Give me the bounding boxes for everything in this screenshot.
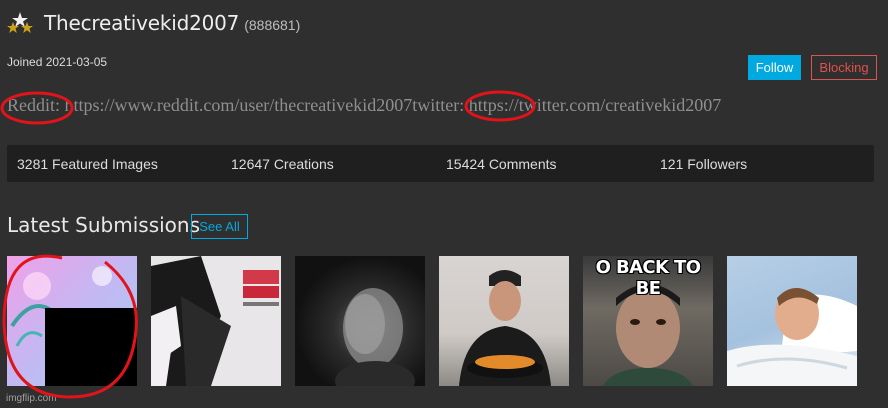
follow-button[interactable]: Follow	[748, 55, 801, 80]
stat-comments[interactable]: 15424 Comments	[446, 156, 557, 172]
username: Thecreativekid2007	[44, 11, 240, 35]
stat-featured-images[interactable]: 3281 Featured Images	[17, 156, 158, 172]
submission-thumb-6[interactable]	[727, 256, 857, 386]
reddit-link[interactable]: https://www.reddit.com/user/thecreativek…	[65, 95, 413, 115]
submission-thumb-5[interactable]: O BACK TO BE	[583, 256, 713, 386]
stats-bar: 3281 Featured Images 12647 Creations 154…	[7, 145, 874, 182]
joined-date: Joined 2021-03-05	[7, 55, 108, 69]
meme-caption: O BACK TO BE	[595, 257, 701, 299]
submission-thumb-1[interactable]	[7, 256, 137, 386]
user-points: (888681)	[244, 17, 301, 33]
rank-stars-icon	[7, 11, 33, 35]
reddit-label: Reddit:	[7, 95, 60, 115]
latest-submissions-heading: Latest Submissions	[7, 213, 200, 237]
profile-header: Thecreativekid2007 (888681)	[7, 10, 300, 36]
twitter-label: twitter:	[412, 95, 465, 115]
stat-followers[interactable]: 121 Followers	[660, 156, 747, 172]
twitter-link[interactable]: https://twitter.com/creativekid2007	[469, 95, 721, 115]
redaction-block	[45, 308, 137, 386]
see-all-button[interactable]: See All	[191, 214, 248, 239]
blocking-button[interactable]: Blocking	[811, 55, 877, 80]
submission-thumb-4[interactable]	[439, 256, 569, 386]
imgflip-watermark: imgflip.com	[6, 393, 57, 404]
profile-bio: Reddit: https://www.reddit.com/user/thec…	[7, 95, 721, 116]
submission-thumb-2[interactable]	[151, 256, 281, 386]
stat-creations[interactable]: 12647 Creations	[231, 156, 334, 172]
submission-thumb-3[interactable]	[295, 256, 425, 386]
